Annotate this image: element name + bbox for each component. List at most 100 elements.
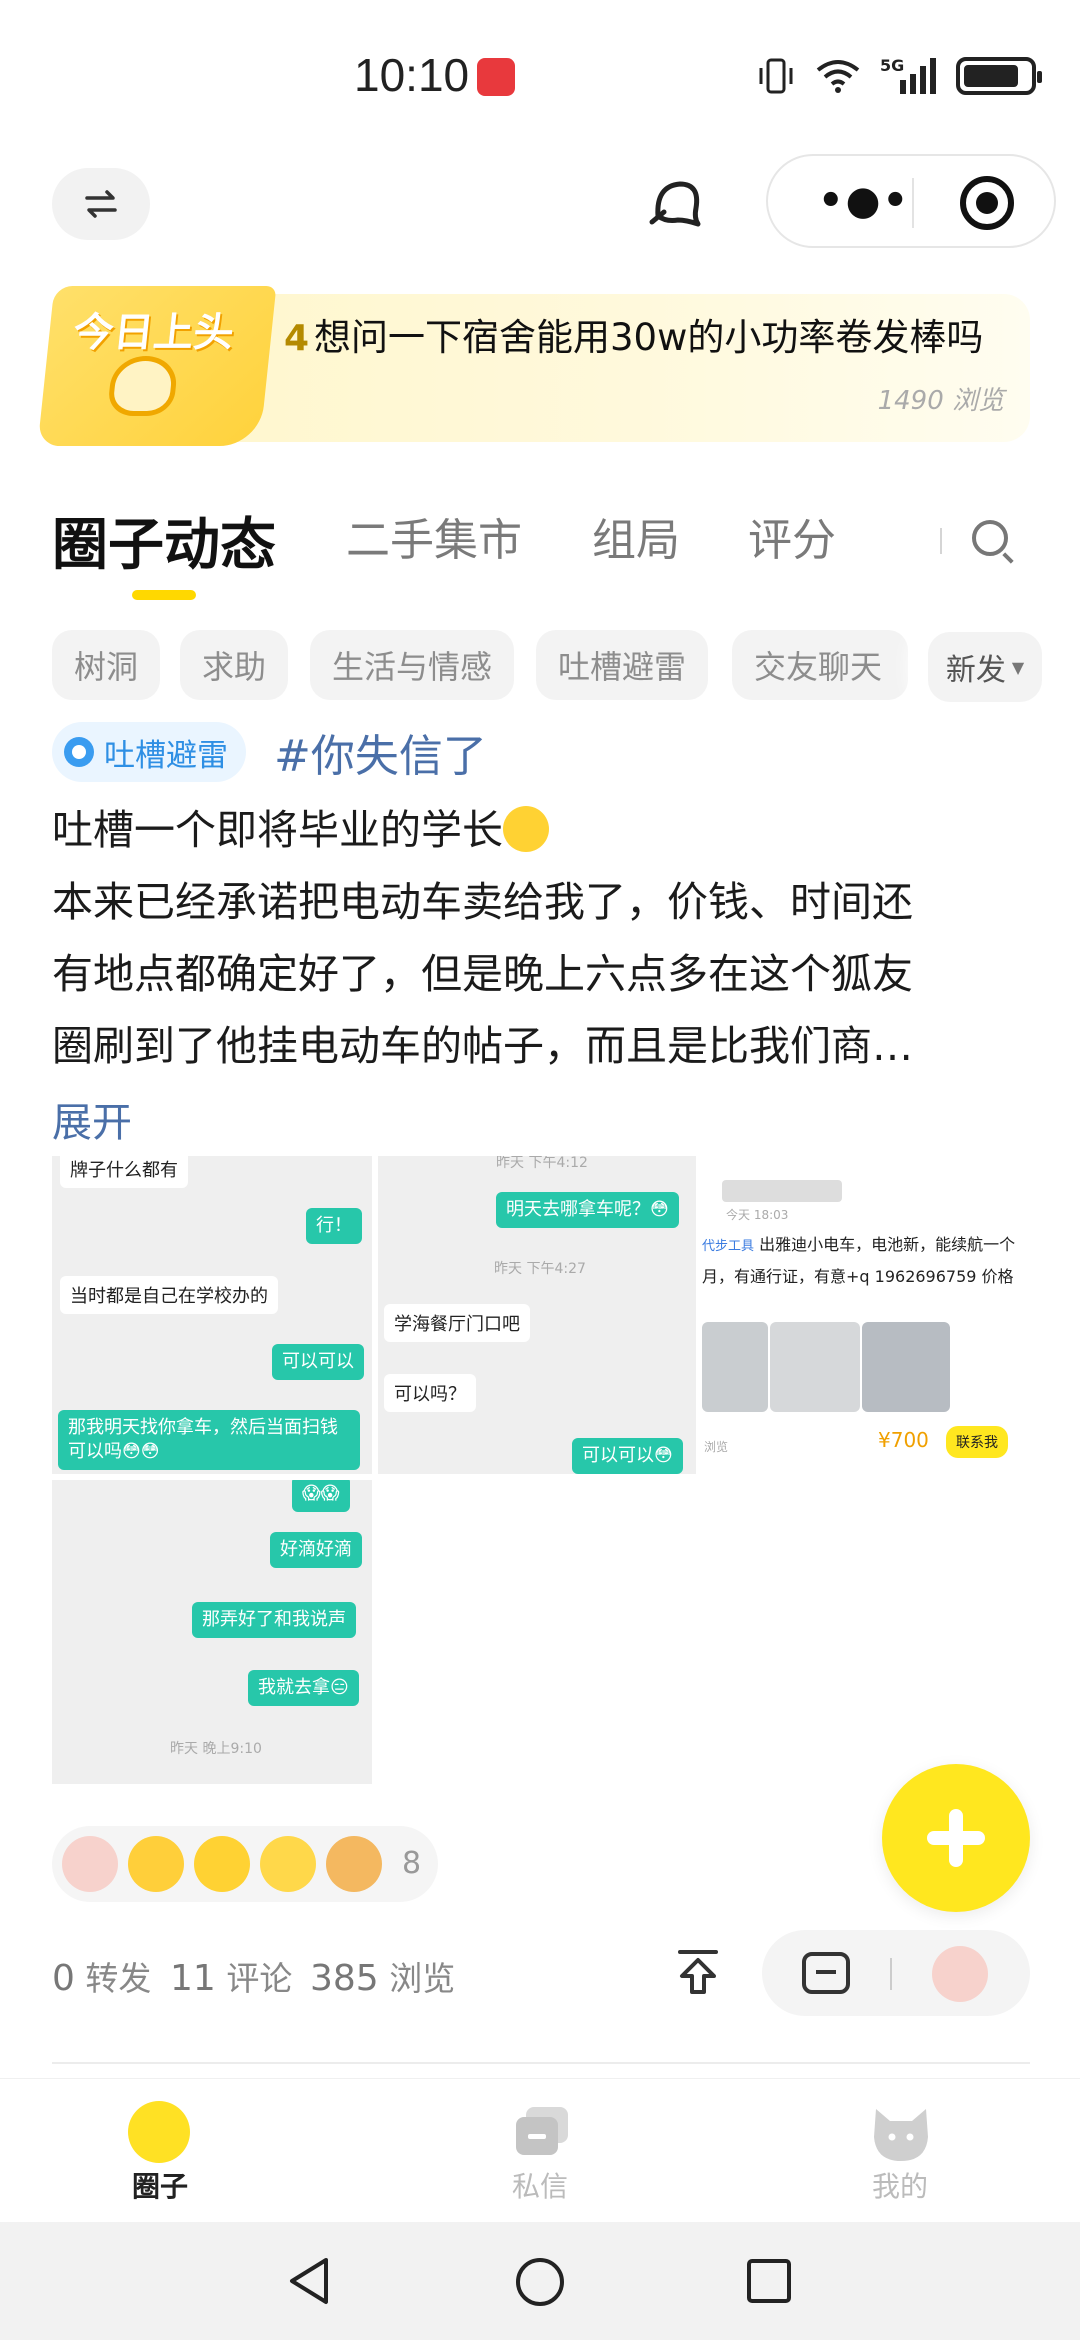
nav-label-me: 我的 [871,2170,928,2203]
post-body[interactable]: 吐槽一个即将毕业的学长 本来已经承诺把电动车卖给我了，价钱、时间还 有地点都确定… [52,794,1032,1082]
system-navigation-bar [0,2222,1080,2340]
swap-icon [85,190,117,218]
view-count-number: 385 [310,1958,379,1999]
post-title: 吐槽一个即将毕业的学长 [52,806,503,854]
sort-dropdown[interactable]: 新发 ▼ [928,632,1042,702]
expand-link[interactable]: 展开 [52,1090,132,1148]
shocked-reaction-icon [194,1836,250,1892]
nav-item-circle[interactable]: 圈子 [80,2079,280,2223]
nav-item-me[interactable]: 我的 [800,2079,1000,2223]
chat-bubble: 可以可以 [272,1344,364,1380]
share-icon[interactable] [672,1946,724,1998]
headline-rank: 4 [284,318,310,359]
post-body-line: 有地点都确定好了，但是晚上六点多在这个狐友 [52,950,913,998]
network-type: 5G [880,56,905,75]
recent-apps-icon[interactable] [746,2258,792,2304]
today-hot-badge: 今日上头 [37,286,277,446]
contact-button: 联系我 [946,1426,1008,1458]
chip-make-friends[interactable]: 交友聊天 [732,630,908,700]
circle-home-icon [128,2101,190,2163]
chat-bubble: 我就去拿😑 [248,1670,359,1706]
comment-icon[interactable] [802,1952,850,1994]
nav-label-circle: 圈子 [131,2170,188,2203]
tab-separator [940,528,942,554]
tab-rating[interactable]: 评分 [748,504,836,568]
chat-timestamp: 昨天 晚上9:10 [170,1741,262,1757]
chip-life-emotion[interactable]: 生活与情感 [310,630,515,700]
like-reaction-icon[interactable] [932,1946,988,2002]
chat-bubble: 可以可以😳 [572,1438,683,1474]
wifi-icon [816,60,860,93]
post-topic[interactable]: #你失信了 [274,720,487,784]
chat-bubble: 明天去哪拿车呢？😳 [496,1192,679,1228]
vibrate-icon [759,58,793,94]
caret-down-icon: ▼ [1011,657,1025,677]
chat-bubble: 😱😱 [292,1480,350,1512]
comment-count[interactable]: 11 评论 [170,1952,292,2000]
scooter-photo [770,1322,860,1412]
nav-item-messages[interactable]: 私信 [440,2079,640,2223]
post-image-4[interactable]: 😱😱 好滴好滴 那弄好了和我说声 我就去拿😑 昨天 晚上9:10 [52,1480,372,1784]
tag-icon [64,737,94,767]
chip-help[interactable]: 求助 [180,630,289,700]
scooter-photo [862,1322,950,1412]
chat-bubble: 好滴好滴 [270,1532,362,1568]
view-count: 385 浏览 [310,1952,455,2000]
chat-bubble: 学海餐厅门口吧 [384,1304,530,1342]
reactions-bar[interactable]: 8 [52,1826,438,1902]
back-icon[interactable] [286,2256,332,2306]
post-body-line: 圈刷到了他挂电动车的帖子，而且是比我们商… [52,1022,913,1070]
post-image-3[interactable]: 今天 18:03 代步工具 出雅迪小电车，电池新，能续航一个月，有通行证，有意+… [702,1156,1030,1474]
trophy-icon [106,356,180,416]
messages-icon [516,2107,568,2155]
repost-count-number: 0 [52,1958,75,1999]
headline-title: 想问一下宿舍能用30w的小功率卷发棒吗 [314,316,984,359]
mini-program-capsule: •●• [766,154,1056,248]
tab-second-hand-market[interactable]: 二手集市 [346,504,522,568]
capsule-divider [912,178,914,228]
chat-timestamp: 昨天 下午4:12 [496,1156,588,1171]
repost-count[interactable]: 0 转发 [52,1952,151,2000]
active-tab-indicator [132,590,196,600]
tab-group-event[interactable]: 组局 [592,504,680,568]
more-dots-icon[interactable]: •●• [818,178,910,224]
target-close-icon[interactable] [960,176,1014,230]
notification-icon[interactable] [646,176,708,232]
shocked-emoji-icon [503,806,549,852]
search-icon[interactable] [972,520,1008,556]
reaction-count: 8 [402,1846,422,1881]
repost-label: 转发 [85,1959,152,1998]
comment-like-pill[interactable] [762,1930,1030,2016]
blurred-avatar [722,1180,842,1202]
post-image-1[interactable]: 牌子什么都有 行！ 当时都是自己在学校办的 可以可以 那我明天找你拿车，然后当面… [52,1156,372,1474]
home-icon[interactable] [514,2256,566,2308]
chat-bubble: 牌子什么都有 [60,1156,188,1188]
thumbs-up-reaction-icon [62,1836,118,1892]
hug-reaction-icon [128,1836,184,1892]
pill-divider [890,1958,892,1990]
comment-label: 评论 [226,1959,293,1998]
laugh-reaction-icon [260,1836,316,1892]
chip-complain[interactable]: 吐槽避雷 [536,630,709,700]
chat-bubble: 当时都是自己在学校办的 [60,1276,278,1314]
listing-text: 代步工具 出雅迪小电车，电池新，能续航一个月，有通行证，有意+q 1962696… [702,1230,1020,1290]
chip-treehole[interactable]: 树洞 [52,630,161,700]
comment-count-number: 11 [170,1958,216,1999]
bottom-nav: 圈子 私信 我的 [0,2078,1080,2222]
post-category-tag[interactable]: 吐槽避雷 [52,722,246,782]
post-body-line: 本来已经承诺把电动车卖给我了，价钱、时间还 [52,878,913,926]
post-image-2[interactable]: 昨天 下午4:12 明天去哪拿车呢？😳 昨天 下午4:27 学海餐厅门口吧 可以… [378,1156,696,1474]
scooter-photo [702,1322,768,1412]
huawei-badge-icon [477,58,515,96]
hot-headline-banner[interactable]: 今日上头 4 想问一下宿舍能用30w的小功率卷发棒吗 1490 浏览 [37,286,1030,446]
status-icons: 5G [756,54,1042,98]
create-post-button[interactable] [882,1764,1030,1912]
post-divider [52,2062,1030,2064]
switch-circle-button[interactable] [52,168,150,240]
chat-bubble: 可以吗？ [384,1374,476,1412]
signal-icon: 5G [880,56,938,96]
status-time: 10:10 [354,49,470,101]
tab-circle-feed[interactable]: 圈子动态 [52,500,276,581]
listing-price: ¥700 [878,1428,929,1452]
sort-label: 新发 [945,653,1006,688]
